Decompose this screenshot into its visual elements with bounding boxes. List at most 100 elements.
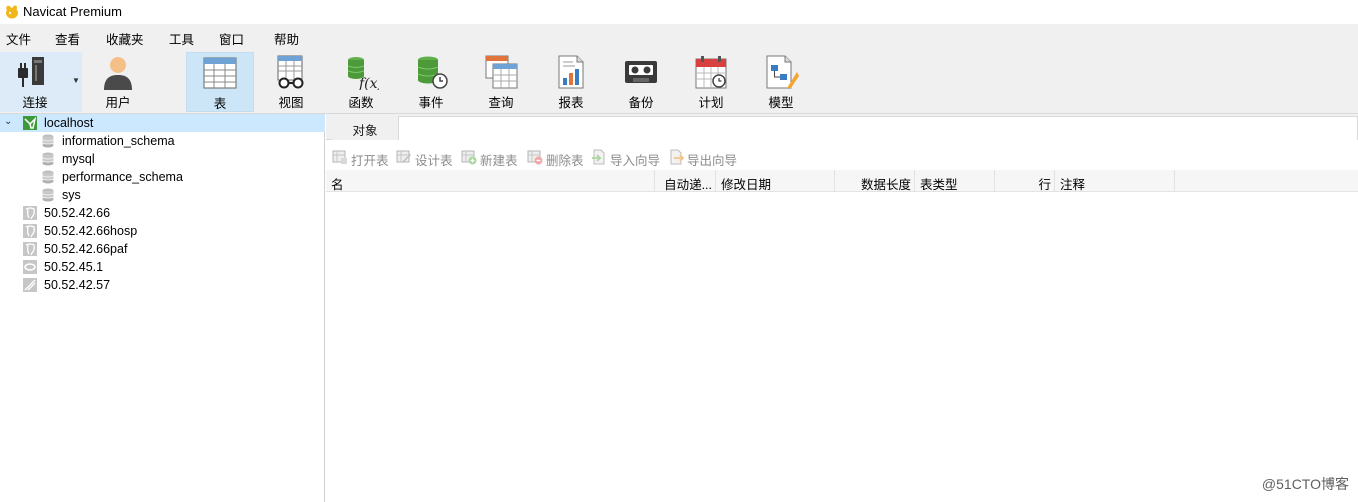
user-button[interactable]: 用户 bbox=[84, 52, 152, 112]
tree-label-database: mysql bbox=[62, 152, 95, 166]
database-icon bbox=[42, 170, 54, 184]
calendar-icon bbox=[695, 56, 727, 89]
tool-event-label: 事件 bbox=[418, 96, 444, 110]
tab-content-area bbox=[398, 116, 1358, 140]
column-rows[interactable]: 行 bbox=[995, 170, 1055, 192]
tree-label-localhost: localhost bbox=[44, 116, 94, 130]
tool-model-label: 模型 bbox=[768, 96, 794, 110]
mysql-connection-icon bbox=[23, 116, 37, 130]
oracle-connection-icon bbox=[23, 260, 37, 274]
query-icon bbox=[485, 55, 518, 89]
tool-function-label: 函数 bbox=[348, 96, 374, 110]
function-icon: f(x) bbox=[347, 57, 379, 90]
watermark: @51CTO博客 bbox=[1261, 476, 1349, 492]
connection-label: 连接 bbox=[22, 96, 48, 110]
delete-table-icon bbox=[527, 150, 543, 165]
tree-label-connection: 50.52.45.1 bbox=[44, 260, 104, 274]
tool-query[interactable]: 查询 bbox=[467, 52, 535, 112]
view-icon bbox=[277, 55, 304, 89]
database-icon bbox=[42, 134, 54, 148]
export-wizard-label: 导出向导 bbox=[687, 154, 738, 168]
collapse-toggle-icon[interactable]: ⌄ bbox=[4, 116, 12, 127]
tool-model[interactable]: 模型 bbox=[747, 52, 815, 112]
tree-item-database[interactable]: mysql bbox=[0, 150, 325, 168]
delete-table-label: 删除表 bbox=[546, 154, 584, 168]
menu-favorites[interactable]: 收藏夹 bbox=[106, 29, 144, 48]
tab-objects[interactable]: 对象 bbox=[332, 114, 398, 140]
svg-text:f(x): f(x) bbox=[358, 76, 379, 90]
tool-schedule-label: 计划 bbox=[698, 96, 724, 110]
tool-query-label: 查询 bbox=[488, 96, 514, 110]
tool-report[interactable]: 报表 bbox=[537, 52, 605, 112]
title-bar: Navicat Premium bbox=[0, 0, 1358, 24]
tree-item-database[interactable]: information_schema bbox=[0, 132, 325, 150]
connection-plug-icon bbox=[18, 57, 44, 87]
column-table-type[interactable]: 表类型 bbox=[915, 170, 995, 192]
tool-table-label: 表 bbox=[213, 97, 227, 111]
tool-view[interactable]: 视图 bbox=[257, 52, 325, 112]
event-icon bbox=[417, 56, 448, 89]
import-wizard-label: 导入向导 bbox=[610, 154, 661, 168]
postgresql-connection-icon bbox=[23, 242, 37, 256]
chevron-down-icon[interactable]: ▼ bbox=[72, 76, 80, 85]
tree-label-database: sys bbox=[62, 188, 81, 202]
design-table-label: 设计表 bbox=[415, 154, 453, 168]
tree-item-connection[interactable]: 50.52.42.57 bbox=[0, 276, 325, 294]
column-comment[interactable]: 注释 bbox=[1055, 170, 1175, 192]
tree-label-connection: 50.52.42.57 bbox=[44, 278, 111, 292]
import-icon bbox=[592, 149, 605, 165]
report-icon bbox=[558, 55, 584, 89]
tool-schedule[interactable]: 计划 bbox=[677, 52, 745, 112]
backup-tape-icon bbox=[625, 61, 657, 83]
tree-item-localhost[interactable]: ⌄ localhost bbox=[0, 114, 325, 132]
connection-button[interactable]: ▼ 连接 bbox=[0, 52, 82, 112]
open-table-label: 打开表 bbox=[351, 154, 389, 168]
tree-label-database: performance_schema bbox=[62, 170, 183, 184]
tool-table[interactable]: 表 bbox=[186, 52, 254, 112]
menu-help[interactable]: 帮助 bbox=[274, 29, 299, 48]
database-icon bbox=[42, 152, 54, 166]
postgresql-connection-icon bbox=[23, 224, 37, 238]
postgresql-connection-icon bbox=[23, 206, 37, 220]
menu-tools[interactable]: 工具 bbox=[169, 29, 194, 48]
tab-strip: 对象 bbox=[326, 114, 1358, 140]
column-auto-increment[interactable]: 自动递... bbox=[655, 170, 716, 192]
tool-event[interactable]: 事件 bbox=[397, 52, 465, 112]
window-title: Navicat Premium bbox=[23, 4, 122, 19]
column-name[interactable]: 名 bbox=[326, 170, 655, 192]
open-table-icon bbox=[332, 150, 347, 164]
sqlite-connection-icon bbox=[23, 278, 37, 292]
tree-item-connection[interactable]: 50.52.42.66paf bbox=[0, 240, 325, 258]
menu-file[interactable]: 文件 bbox=[6, 29, 31, 48]
menu-window[interactable]: 窗口 bbox=[219, 29, 244, 48]
tool-function[interactable]: f(x) 函数 bbox=[327, 52, 395, 112]
tree-item-connection[interactable]: 50.52.42.66hosp bbox=[0, 222, 325, 240]
table-list-header: 名 自动递... 修改日期 数据长度 表类型 行 注释 bbox=[326, 170, 1358, 192]
database-icon bbox=[42, 188, 54, 202]
tree-item-database[interactable]: sys bbox=[0, 186, 325, 204]
model-icon bbox=[766, 55, 799, 89]
menu-bar: 文件 查看 收藏夹 工具 窗口 帮助 bbox=[0, 24, 1358, 48]
tree-item-database[interactable]: performance_schema bbox=[0, 168, 325, 186]
user-icon bbox=[104, 57, 132, 90]
column-modified-date[interactable]: 修改日期 bbox=[716, 170, 835, 192]
tree-label-database: information_schema bbox=[62, 134, 175, 148]
object-toolbar: 打开表 设计表 新建表 删除表 导入向导 导出向导 bbox=[326, 144, 1358, 170]
user-label: 用户 bbox=[105, 96, 131, 110]
export-icon bbox=[670, 149, 684, 165]
tool-view-label: 视图 bbox=[278, 96, 304, 110]
tree-item-connection[interactable]: 50.52.42.66 bbox=[0, 204, 325, 222]
tree-label-connection: 50.52.42.66 bbox=[44, 206, 111, 220]
menu-view[interactable]: 查看 bbox=[55, 29, 80, 48]
main-toolbar: ▼ 连接 用户 表 视图 f(x 函数 事件 查询 报表 备份 计划 模型 bbox=[0, 48, 1358, 114]
new-table-label: 新建表 bbox=[480, 154, 518, 168]
table-icon bbox=[203, 57, 237, 89]
new-table-icon bbox=[461, 150, 477, 165]
tool-backup[interactable]: 备份 bbox=[607, 52, 675, 112]
tree-label-connection: 50.52.42.66paf bbox=[44, 242, 128, 256]
column-data-length[interactable]: 数据长度 bbox=[835, 170, 915, 192]
tree-label-connection: 50.52.42.66hosp bbox=[44, 224, 138, 238]
connection-tree: ⌄ localhost information_schema mysql per… bbox=[0, 114, 325, 502]
tool-report-label: 报表 bbox=[558, 96, 584, 110]
tree-item-connection[interactable]: 50.52.45.1 bbox=[0, 258, 325, 276]
